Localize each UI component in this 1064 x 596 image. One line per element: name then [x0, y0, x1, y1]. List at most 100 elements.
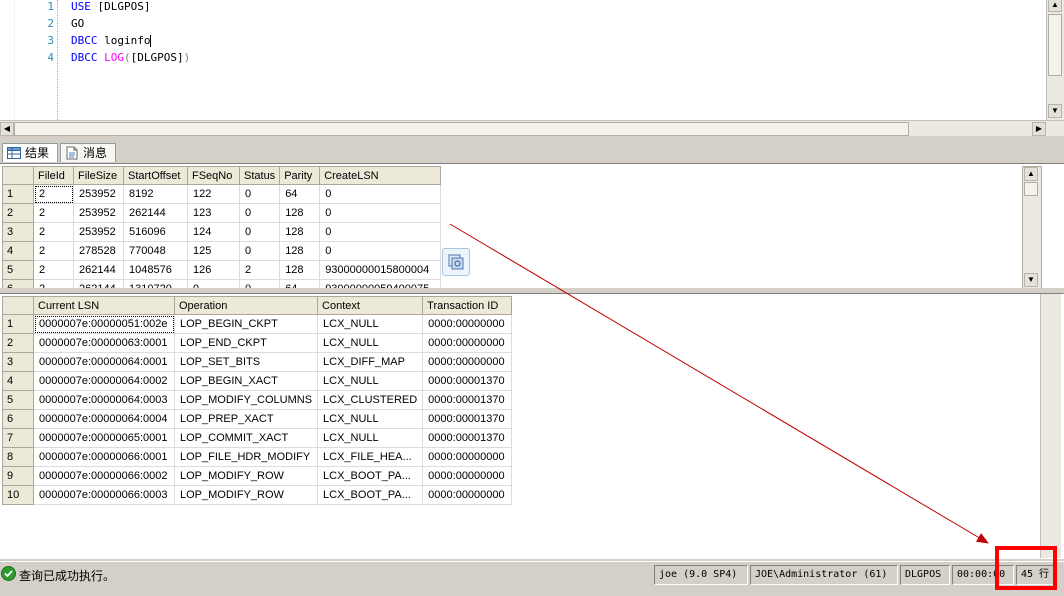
- column-header[interactable]: Parity: [279, 166, 321, 185]
- scroll-down-button[interactable]: ▼: [1048, 104, 1062, 118]
- table-cell[interactable]: 8192: [123, 184, 188, 204]
- row-number[interactable]: 4: [2, 241, 34, 261]
- table-cell[interactable]: 253952: [73, 203, 124, 223]
- table-row[interactable]: 5 2 262144 1048576 126 2 128 93000000015800004: [2, 260, 442, 280]
- table-cell[interactable]: 0: [319, 184, 442, 204]
- code-line[interactable]: GO: [71, 17, 1031, 34]
- row-number[interactable]: 8: [2, 447, 34, 467]
- column-header[interactable]: Operation: [173, 296, 319, 315]
- editor-horizontal-scrollbar[interactable]: ◀ ▶: [0, 120, 1064, 136]
- table-cell[interactable]: 0000007e:00000066:0001: [33, 447, 175, 467]
- row-number[interactable]: 6: [2, 409, 34, 429]
- table-cell[interactable]: 124: [187, 222, 240, 242]
- table-cell[interactable]: LOP_BEGIN_XACT: [173, 371, 319, 391]
- row-number[interactable]: 5: [2, 260, 34, 280]
- table-row[interactable]: 6 0000007e:00000064:0004 LOP_PREP_XACT LCX_…: [2, 409, 513, 429]
- log-results-grid[interactable]: Current LSN Operation Context Transaction I…: [0, 293, 1064, 559]
- table-cell[interactable]: LOP_MODIFY_ROW: [173, 466, 319, 486]
- table-row[interactable]: 3 2 253952 516096 124 0 128 0: [2, 222, 442, 242]
- row-number[interactable]: 1: [2, 314, 34, 334]
- table-cell[interactable]: LCX_NULL: [317, 409, 424, 429]
- table-cell[interactable]: 128: [279, 260, 321, 280]
- column-header[interactable]: StartOffset: [123, 166, 188, 185]
- table-cell[interactable]: 253952: [73, 222, 124, 242]
- tab-results[interactable]: 结果: [2, 143, 58, 162]
- table-cell[interactable]: 0000:00000000: [422, 466, 513, 486]
- table-cell[interactable]: 0: [319, 241, 442, 261]
- editor-vertical-scrollbar[interactable]: ▲ ▼: [1046, 0, 1064, 120]
- table-row[interactable]: 10 0000007e:00000066:0003 LOP_MODIFY_ROW LC…: [2, 485, 513, 505]
- table-cell[interactable]: LOP_FILE_HDR_MODIFY: [173, 447, 319, 467]
- table-cell[interactable]: 0000007e:00000051:002e: [33, 314, 175, 334]
- table-cell[interactable]: 0: [319, 203, 442, 223]
- scroll-left-button[interactable]: ◀: [0, 122, 14, 136]
- grid2-vertical-scrollbar[interactable]: [1040, 294, 1061, 558]
- table-row[interactable]: 3 0000007e:00000064:0001 LOP_SET_BITS LCX_D…: [2, 352, 513, 372]
- table-cell[interactable]: 1048576: [123, 260, 188, 280]
- scroll-down-button[interactable]: ▼: [1024, 273, 1038, 287]
- table-cell[interactable]: 0000:00000000: [422, 314, 513, 334]
- table-cell[interactable]: 0: [319, 222, 442, 242]
- column-header[interactable]: Status: [238, 166, 281, 185]
- row-number[interactable]: 2: [2, 203, 34, 223]
- row-number[interactable]: 3: [2, 352, 34, 372]
- scroll-thumb[interactable]: [14, 122, 909, 136]
- table-row[interactable]: 2 0000007e:00000063:0001 LOP_END_CKPT LCX_N…: [2, 333, 513, 353]
- table-cell[interactable]: LOP_END_CKPT: [173, 333, 319, 353]
- table-row[interactable]: 8 0000007e:00000066:0001 LOP_FILE_HDR_MODI…: [2, 447, 513, 467]
- table-cell[interactable]: 0: [238, 203, 281, 223]
- code-line[interactable]: USE [DLGPOS]: [71, 0, 1031, 17]
- table-row[interactable]: 2 2 253952 262144 123 0 128 0: [2, 203, 442, 223]
- table-cell[interactable]: LCX_NULL: [317, 333, 424, 353]
- column-header[interactable]: Transaction ID: [422, 296, 513, 315]
- column-header[interactable]: FileSize: [73, 166, 124, 185]
- table-cell[interactable]: 2: [33, 241, 74, 261]
- table-cell[interactable]: LCX_DIFF_MAP: [317, 352, 424, 372]
- table-cell[interactable]: 0000007e:00000066:0003: [33, 485, 175, 505]
- row-header-corner[interactable]: [2, 296, 34, 315]
- query-editor[interactable]: 1234 USE [DLGPOS] GO DBCC loginfo DBCC LOG(…: [0, 0, 1064, 136]
- table-cell[interactable]: 0000:00001370: [422, 371, 513, 391]
- tab-messages[interactable]: 消息: [60, 143, 116, 162]
- scroll-up-button[interactable]: ▲: [1024, 167, 1038, 181]
- table-cell[interactable]: 253952: [73, 184, 124, 204]
- table-cell[interactable]: 64: [279, 184, 321, 204]
- table-cell[interactable]: LCX_BOOT_PA...: [317, 485, 424, 505]
- table-cell[interactable]: 262144: [73, 260, 124, 280]
- table-cell[interactable]: 0000:00001370: [422, 428, 513, 448]
- scroll-up-button[interactable]: ▲: [1048, 0, 1062, 12]
- grid1-vertical-scrollbar[interactable]: ▲ ▼: [1022, 166, 1042, 289]
- table-cell[interactable]: 0000007e:00000064:0002: [33, 371, 175, 391]
- table-cell[interactable]: 516096: [123, 222, 188, 242]
- table-cell[interactable]: LOP_MODIFY_ROW: [173, 485, 319, 505]
- row-number[interactable]: 9: [2, 466, 34, 486]
- table-cell[interactable]: LCX_NULL: [317, 428, 424, 448]
- scroll-right-button[interactable]: ▶: [1032, 122, 1046, 136]
- table-cell[interactable]: 2: [33, 184, 74, 204]
- table-cell[interactable]: 128: [279, 241, 321, 261]
- table-cell[interactable]: 0000007e:00000063:0001: [33, 333, 175, 353]
- table-row[interactable]: 4 0000007e:00000064:0002 LOP_BEGIN_XACT LCX…: [2, 371, 513, 391]
- table-cell[interactable]: 262144: [123, 203, 188, 223]
- table-cell[interactable]: 128: [279, 203, 321, 223]
- table-row[interactable]: 4 2 278528 770048 125 0 128 0: [2, 241, 442, 261]
- row-number[interactable]: 2: [2, 333, 34, 353]
- table-cell[interactable]: 123: [187, 203, 240, 223]
- table-cell[interactable]: 93000000015800004: [319, 260, 442, 280]
- table-cell[interactable]: 126: [187, 260, 240, 280]
- row-header-corner[interactable]: [2, 166, 34, 185]
- table-row[interactable]: 1 0000007e:00000051:002e LOP_BEGIN_CKPT LCX…: [2, 314, 513, 334]
- table-cell[interactable]: 278528: [73, 241, 124, 261]
- table-cell[interactable]: 0000:00000000: [422, 485, 513, 505]
- loginfo-results-grid[interactable]: FileId FileSize StartOffset FSeqNo Status Par…: [0, 163, 1064, 289]
- results-to-icon[interactable]: [442, 248, 470, 276]
- table-cell[interactable]: 0: [238, 184, 281, 204]
- code-text[interactable]: USE [DLGPOS] GO DBCC loginfo DBCC LOG([DLGP…: [71, 0, 1031, 120]
- table-cell[interactable]: 0000007e:00000065:0001: [33, 428, 175, 448]
- table-cell[interactable]: LOP_PREP_XACT: [173, 409, 319, 429]
- row-number[interactable]: 4: [2, 371, 34, 391]
- table-cell[interactable]: LCX_NULL: [317, 314, 424, 334]
- row-number[interactable]: 1: [2, 184, 34, 204]
- row-number[interactable]: 3: [2, 222, 34, 242]
- table-cell[interactable]: 770048: [123, 241, 188, 261]
